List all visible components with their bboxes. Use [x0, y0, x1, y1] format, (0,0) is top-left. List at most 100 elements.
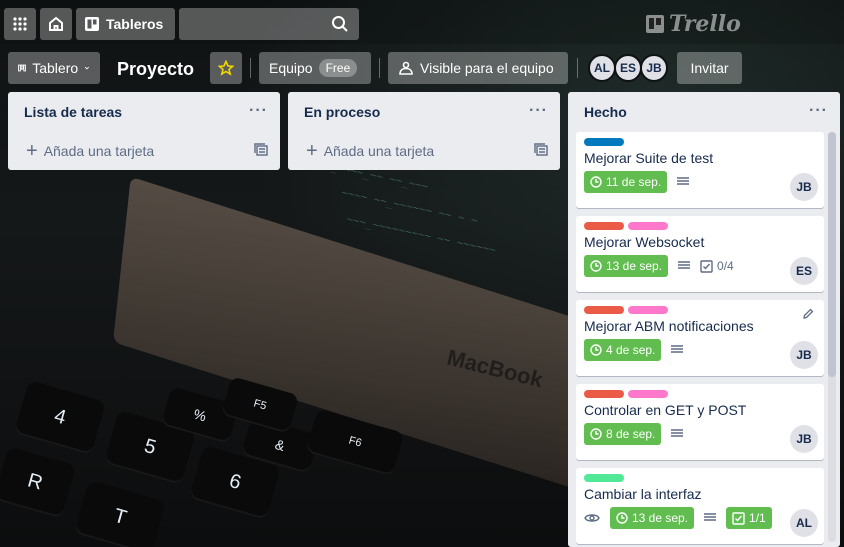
due-date-badge[interactable]: 13 de sep. [610, 507, 695, 529]
visibility-label: Visible para el equipo [420, 60, 554, 76]
board-view-icon [18, 64, 27, 72]
member-avatar[interactable]: ES [614, 54, 642, 82]
card-label[interactable] [628, 222, 668, 230]
card-label[interactable] [584, 306, 624, 314]
list-menu-button[interactable]: ··· [249, 102, 268, 120]
card-title: Mejorar ABM notificaciones [584, 318, 754, 334]
checklist-badge: 0/4 [700, 259, 734, 273]
card-title: Mejorar Suite de test [584, 150, 714, 166]
due-date-text: 8 de sep. [606, 427, 656, 441]
card-member-avatar[interactable]: JB [790, 173, 818, 201]
list-en-proceso: En proceso ··· + Añada una tarjeta [288, 92, 560, 170]
trello-logo[interactable]: Trello [646, 11, 741, 37]
card-member-avatar[interactable]: AL [790, 509, 818, 537]
visibility-button[interactable]: Visible para el equipo [388, 52, 568, 84]
list-title[interactable]: Hecho [584, 104, 627, 120]
list-header[interactable]: En proceso ··· [288, 92, 560, 132]
checklist-complete-badge: 1/1 [726, 507, 772, 529]
trello-logo-text: Trello [669, 11, 741, 37]
team-button[interactable]: Equipo Free [259, 52, 371, 84]
card-labels [584, 474, 816, 482]
scrollbar-thumb[interactable] [828, 132, 836, 377]
member-avatar[interactable]: JB [640, 54, 668, 82]
list-scrollbar[interactable] [828, 132, 836, 542]
home-button[interactable] [40, 8, 72, 40]
card-label[interactable] [584, 474, 624, 482]
clock-icon [590, 260, 602, 272]
checklist-icon [700, 259, 713, 273]
plus-icon: + [26, 140, 38, 162]
list-menu-button[interactable]: ··· [809, 102, 828, 120]
due-date-badge[interactable]: 11 de sep. [584, 171, 668, 193]
list-title[interactable]: En proceso [304, 104, 380, 120]
list-title[interactable]: Lista de tareas [24, 104, 122, 120]
background-key: T [73, 480, 167, 547]
card-badges: 11 de sep. [584, 170, 816, 194]
card[interactable]: Mejorar ABM notificaciones 4 de sep. JB [576, 300, 824, 376]
search-input[interactable] [179, 8, 359, 40]
description-icon [678, 261, 691, 269]
clock-icon [590, 344, 602, 356]
due-date-text: 13 de sep. [606, 259, 663, 273]
boards-label: Tableros [106, 16, 164, 32]
card-member-avatar[interactable]: JB [790, 341, 818, 369]
card-labels [584, 306, 816, 314]
member-avatar[interactable]: AL [588, 54, 616, 82]
due-date-badge[interactable]: 4 de sep. [584, 339, 662, 361]
board-title[interactable]: Proyecto [117, 59, 194, 80]
background-key: R [0, 446, 77, 519]
apps-button[interactable] [4, 8, 36, 40]
due-date-badge[interactable]: 8 de sep. [584, 423, 662, 445]
list-menu-button[interactable]: ··· [529, 102, 548, 120]
card-label[interactable] [584, 138, 624, 146]
header-divider [577, 58, 578, 78]
card-title: Cambiar la interfaz [584, 486, 702, 502]
free-badge: Free [318, 59, 358, 77]
card-labels [584, 390, 816, 398]
due-date-text: 4 de sep. [606, 343, 656, 357]
header-divider [250, 58, 251, 78]
card[interactable]: Mejorar Suite de test 11 de sep. JB [576, 132, 824, 208]
star-board-button[interactable] [210, 52, 242, 84]
edit-pencil-icon[interactable] [802, 308, 814, 320]
card-title: Controlar en GET y POST [584, 402, 747, 418]
team-label: Equipo [269, 60, 313, 76]
header-divider [379, 58, 380, 78]
list-header[interactable]: Lista de tareas ··· [8, 92, 280, 132]
clock-icon [616, 512, 628, 524]
checklist-icon [732, 511, 745, 525]
card-badges: 4 de sep. [584, 338, 816, 362]
add-card-button[interactable]: + Añada una tarjeta [288, 132, 560, 170]
clock-icon [590, 428, 602, 440]
plus-icon: + [306, 140, 318, 162]
card-label[interactable] [584, 390, 624, 398]
description-icon [704, 513, 717, 521]
clock-icon [590, 176, 602, 188]
boards-button[interactable]: Tableros [76, 8, 175, 40]
card-label[interactable] [628, 306, 668, 314]
list-header[interactable]: Hecho ··· [568, 92, 840, 132]
trello-logo-icon [646, 15, 664, 33]
top-header: Tableros Trello [0, 0, 844, 44]
add-card-label: Añada una tarjeta [43, 143, 155, 159]
card-labels [584, 222, 816, 230]
card-template-icon[interactable] [534, 143, 548, 157]
invite-button[interactable]: Invitar [677, 52, 742, 84]
card-member-avatar[interactable]: ES [790, 257, 818, 285]
card[interactable]: Controlar en GET y POST 8 de sep. JB [576, 384, 824, 460]
card-member-avatar[interactable]: JB [790, 425, 818, 453]
due-date-badge[interactable]: 13 de sep. [584, 255, 669, 277]
home-icon [49, 16, 63, 31]
board-view-switcher[interactable]: Tablero [8, 52, 100, 84]
star-icon [218, 60, 234, 76]
checklist-count: 1/1 [749, 511, 766, 525]
card[interactable]: Cambiar la interfaz 13 de sep. 1/1 AL [576, 468, 824, 544]
description-icon [677, 177, 690, 185]
card-label[interactable] [628, 390, 668, 398]
card[interactable]: Mejorar Websocket 13 de sep. 0/4 ES [576, 216, 824, 292]
card-badges: 8 de sep. [584, 422, 816, 446]
card-label[interactable] [584, 222, 624, 230]
list-hecho: Hecho ··· Mejorar Suite de test 11 de se… [568, 92, 840, 547]
card-template-icon[interactable] [254, 143, 268, 157]
add-card-button[interactable]: + Añada una tarjeta [8, 132, 280, 170]
